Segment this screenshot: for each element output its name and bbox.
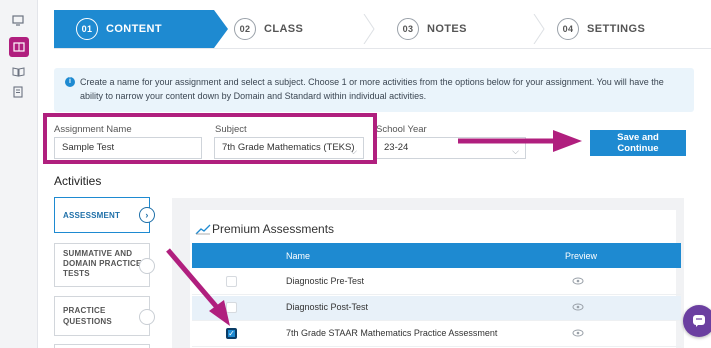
arrow-to-save-head [553, 130, 582, 152]
chat-icon [693, 315, 705, 327]
arrow-to-checkbox [166, 248, 223, 314]
annotation-arrows [166, 130, 582, 326]
app-frame: 01 CONTENT 02 CLASS 03 NOTES 04 SETTINGS… [0, 0, 711, 348]
chat-bubble[interactable] [683, 305, 711, 337]
